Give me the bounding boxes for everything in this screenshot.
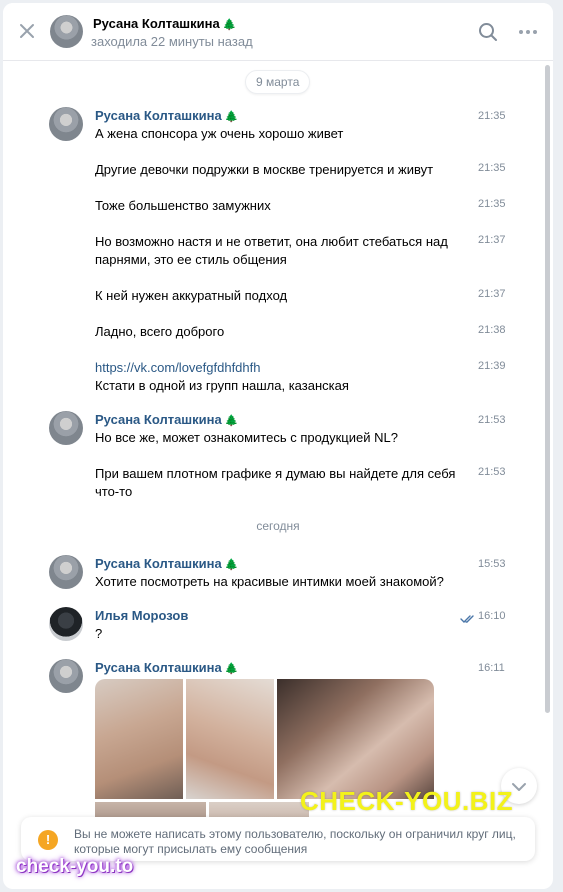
photo-attachment[interactable] [95, 679, 183, 799]
message-time: 21:35 [478, 162, 506, 174]
double-check-icon [460, 615, 474, 623]
chat-window: Русана Колташкина 🌲 заходила 22 минуты на… [3, 3, 553, 889]
message-link-url[interactable]: https://vk.com/lovefgfdhfdhfh [95, 360, 260, 375]
message-time: 21:35 [478, 198, 506, 210]
message-text: Но возможно настя и не ответит, она люби… [95, 234, 448, 267]
avatar[interactable] [49, 555, 83, 589]
message-text: К ней нужен аккуратный подход [95, 288, 288, 303]
tree-icon: 🌲 [224, 559, 239, 571]
avatar[interactable] [49, 107, 83, 141]
message-time: 21:37 [478, 234, 506, 246]
message-author[interactable]: Русана Колташкина 🌲 [95, 412, 238, 427]
message-text: Но все же, может ознакомитесь с продукци… [95, 430, 398, 445]
watermark: check-you.to [16, 856, 134, 877]
more-icon[interactable] [517, 25, 539, 39]
message-link[interactable]: https://vk.com/lovefgfdhfdhfh [95, 359, 465, 377]
message-text: Хотите посмотреть на красивые интимки мо… [95, 574, 444, 589]
tree-icon: 🌲 [224, 111, 239, 123]
tree-icon: 🌲 [224, 663, 239, 675]
avatar[interactable] [49, 659, 83, 693]
message-text: Ладно, всего доброго [95, 324, 225, 339]
message-time: 15:53 [478, 558, 506, 570]
message-time: 21:38 [478, 324, 506, 336]
message-time: 21:53 [478, 414, 506, 426]
last-seen-status: заходила 22 минуты назад [91, 34, 253, 49]
warning-icon: ! [38, 830, 58, 850]
search-icon[interactable] [477, 21, 499, 43]
message-time: 16:10 [478, 610, 506, 622]
message-time: 16:11 [478, 662, 505, 674]
message-author[interactable]: Русана Колташкина 🌲 [95, 556, 238, 571]
tree-icon: 🌲 [222, 19, 237, 31]
message-author[interactable]: Илья Морозов [95, 608, 188, 623]
date-pill: 9 марта [245, 70, 311, 94]
avatar[interactable] [50, 15, 83, 48]
message-time: 21:35 [478, 110, 506, 122]
message-time: 21:53 [478, 466, 506, 478]
date-separator: сегодня [256, 519, 300, 533]
scrollbar-thumb[interactable] [545, 65, 550, 713]
restriction-notice: ! Вы не можете написать этому пользовате… [21, 817, 535, 861]
avatar[interactable] [49, 411, 83, 445]
message-author[interactable]: Русана Колташкина 🌲 [95, 108, 238, 123]
notice-text: Вы не можете написать этому пользователю… [74, 827, 516, 856]
message-text: При вашем плотном графике я думаю вы най… [95, 466, 456, 499]
message-author[interactable]: Русана Колташкина 🌲 [95, 660, 238, 675]
message-time: 21:39 [478, 360, 506, 372]
photo-attachment[interactable] [277, 679, 434, 799]
message-text: Тоже большенство замужних [95, 198, 271, 213]
avatar[interactable] [49, 607, 83, 641]
watermark: CHECK-YOU.BIZ [300, 786, 514, 816]
close-icon[interactable] [17, 21, 37, 41]
message-text: Другие девочки подружки в москве трениру… [95, 162, 434, 177]
message-text: Кстати в одной из групп нашла, казанская [95, 378, 349, 393]
message-text: А жена спонсора уж очень хорошо живет [95, 126, 344, 141]
chat-header: Русана Колташкина 🌲 заходила 22 минуты на… [3, 3, 553, 61]
tree-icon: 🌲 [224, 415, 239, 427]
message-time: 21:37 [478, 288, 506, 300]
photo-attachment[interactable] [186, 679, 274, 799]
chat-title[interactable]: Русана Колташкина 🌲 [93, 16, 236, 31]
message-text: ? [95, 626, 103, 641]
